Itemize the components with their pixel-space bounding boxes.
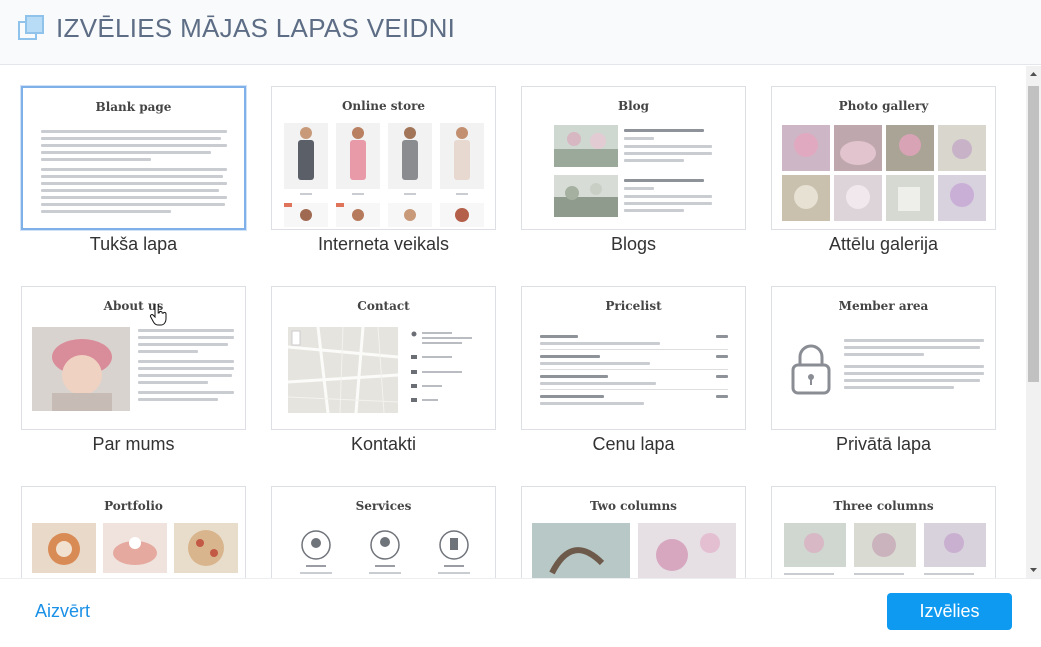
preview-title: Two columns <box>590 499 677 513</box>
three-columns-images <box>784 523 986 575</box>
blog-photo-1 <box>554 125 618 167</box>
gallery-photos-image <box>782 125 986 221</box>
scroll-up-arrow-icon[interactable] <box>1026 66 1041 82</box>
template-card-online-store[interactable]: Online store Interneta veikals <box>271 86 496 255</box>
about-portrait-image <box>32 327 130 411</box>
copy-pages-icon <box>18 15 44 40</box>
template-card-photo-gallery[interactable]: Photo gallery Attēlu galerija <box>771 86 996 255</box>
template-card-blank-page[interactable]: Blank page Tukša lapa <box>21 86 246 255</box>
choose-button[interactable]: Izvēlies <box>887 593 1012 630</box>
blog-photo-2 <box>554 175 618 217</box>
preview-title: About us <box>103 299 164 313</box>
template-thumbnail[interactable]: About us <box>21 286 246 430</box>
preview-title: Three columns <box>833 499 934 513</box>
template-thumbnail[interactable]: Three columns <box>771 486 996 578</box>
template-list: Blank page Tukša lapa Online store Inter… <box>0 66 1026 578</box>
template-thumbnail[interactable]: Services <box>271 486 496 578</box>
contact-details-icons <box>411 331 472 402</box>
template-caption: Kontakti <box>350 434 417 454</box>
template-card-blog[interactable]: Blog Blogs <box>521 86 746 255</box>
preview-title: Blog <box>617 99 650 113</box>
template-card-member-area[interactable]: Member area Privātā lapa <box>771 286 996 455</box>
template-thumbnail[interactable]: Contact <box>271 286 496 430</box>
template-caption: Privātā lapa <box>835 434 932 454</box>
preview-title: Pricelist <box>605 299 662 313</box>
preview-title: Member area <box>838 299 929 313</box>
dialog-title: IZVĒLIES MĀJAS LAPAS VEIDNI <box>56 13 456 43</box>
template-caption: Attēlu galerija <box>828 234 939 254</box>
template-thumbnail[interactable]: Portfolio <box>21 486 246 578</box>
portfolio-images <box>32 523 238 573</box>
preview-title: Portfolio <box>104 499 163 513</box>
template-thumbnail[interactable]: Blog <box>521 86 746 230</box>
services-icons <box>300 530 470 574</box>
dialog-footer: Aizvērt Izvēlies <box>0 578 1041 647</box>
store-products-image <box>284 123 484 227</box>
template-card-three-columns[interactable]: Three columns <box>771 486 996 578</box>
template-thumbnail[interactable]: Blank page <box>21 86 246 230</box>
preview-title: Photo gallery <box>838 99 929 113</box>
close-link[interactable]: Aizvērt <box>35 601 90 622</box>
lock-icon <box>791 344 831 395</box>
map-image <box>288 327 398 413</box>
dialog-header: IZVĒLIES MĀJAS LAPAS VEIDNI <box>0 0 1041 65</box>
template-card-pricelist[interactable]: Pricelist Cenu lapa <box>521 286 746 455</box>
template-thumbnail[interactable]: Member area <box>771 286 996 430</box>
template-card-contact[interactable]: Contact Kontakti <box>271 286 496 455</box>
preview-title: Blank page <box>95 100 172 114</box>
template-thumbnail[interactable]: Online store <box>271 86 496 230</box>
template-thumbnail[interactable]: Photo gallery <box>771 86 996 230</box>
two-columns-images <box>532 523 736 578</box>
template-thumbnail[interactable]: Two columns <box>521 486 746 578</box>
template-card-about-us[interactable]: About us Par mums <box>21 286 246 455</box>
template-card-portfolio[interactable]: Portfolio <box>21 486 246 578</box>
vertical-scrollbar[interactable] <box>1026 66 1041 578</box>
scrollbar-thumb[interactable] <box>1028 86 1039 382</box>
template-card-two-columns[interactable]: Two columns <box>521 486 746 578</box>
template-caption: Tukša lapa <box>89 234 178 254</box>
template-caption: Blogs <box>610 234 657 254</box>
scroll-down-arrow-icon[interactable] <box>1026 562 1041 578</box>
preview-title: Online store <box>341 99 426 113</box>
preview-title: Contact <box>357 299 410 313</box>
template-caption: Cenu lapa <box>592 434 675 454</box>
preview-title: Services <box>355 499 412 513</box>
hand-cursor-icon <box>149 304 167 326</box>
template-thumbnail[interactable]: Pricelist <box>521 286 746 430</box>
template-card-services[interactable]: Services <box>271 486 496 578</box>
template-caption: Interneta veikals <box>317 234 450 254</box>
template-caption: Par mums <box>92 434 175 454</box>
